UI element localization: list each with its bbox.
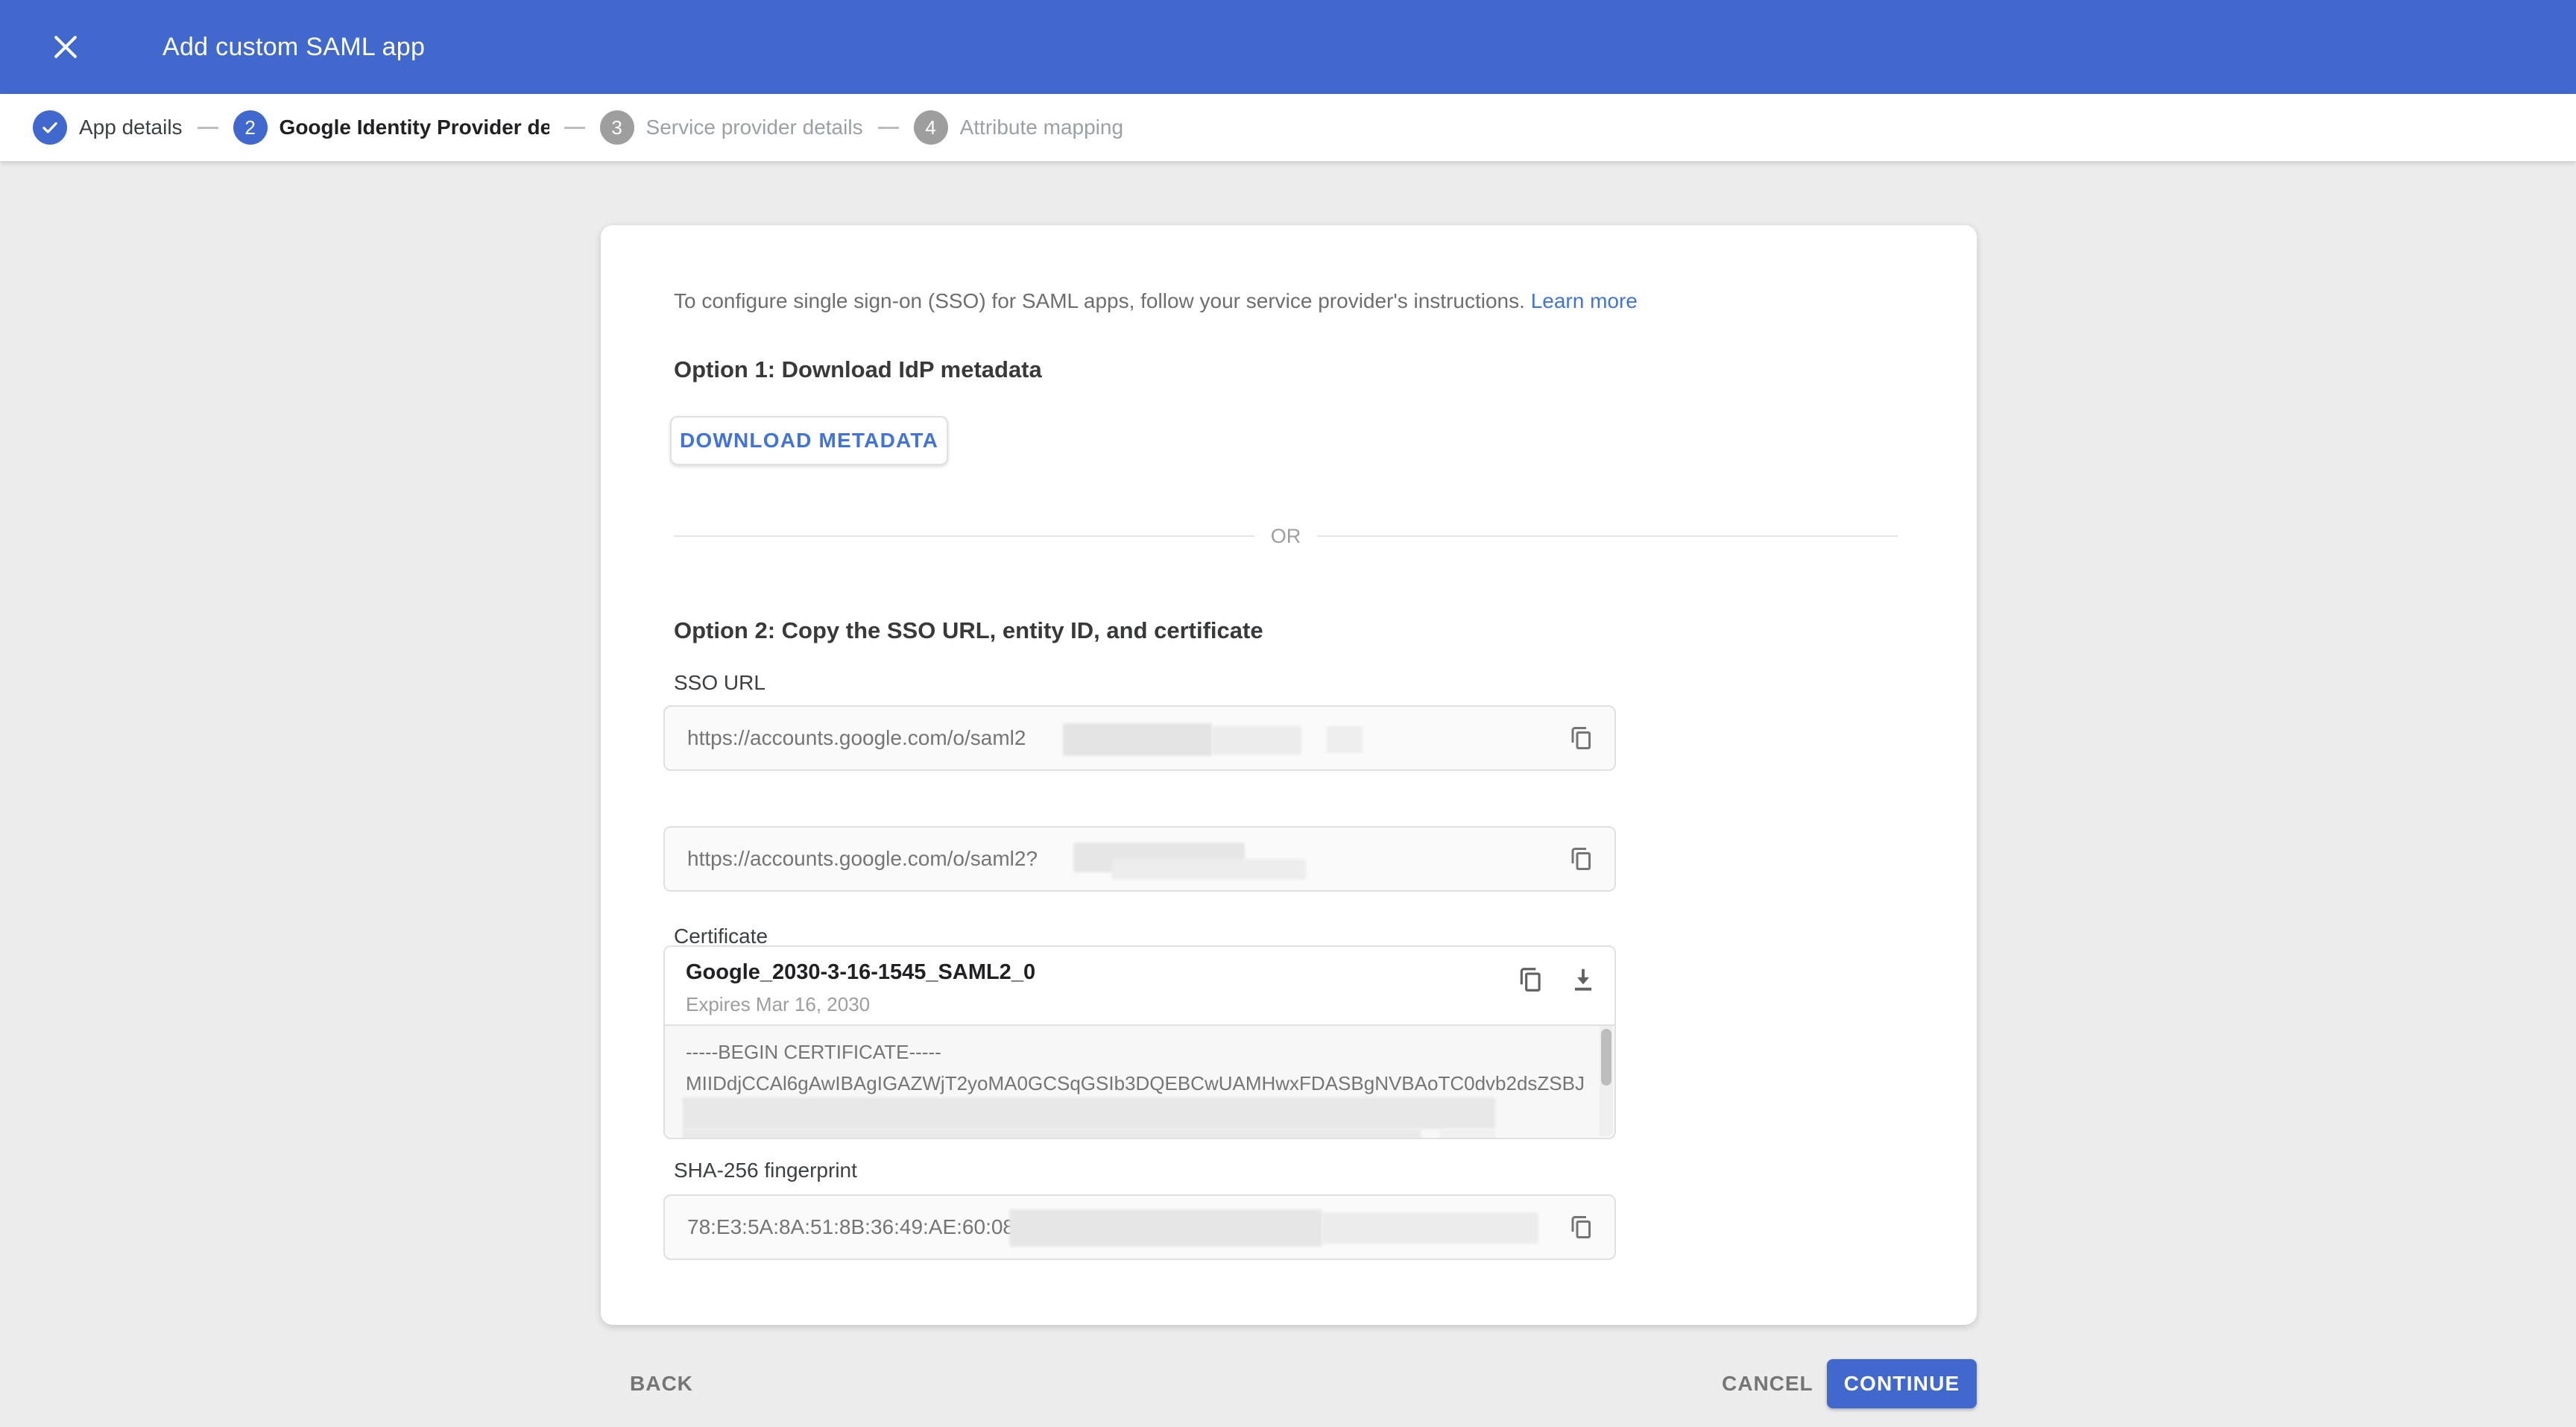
copy-icon[interactable] [1565, 722, 1598, 755]
certificate-actions [1515, 963, 1600, 996]
content-card: To configure single sign-on (SSO) for SA… [601, 225, 1977, 1325]
download-icon[interactable] [1567, 963, 1600, 996]
certificate-scrollbar-track [1600, 1026, 1613, 1136]
step-done-check-icon [33, 110, 67, 145]
step-label: Attribute mapping [959, 116, 1124, 139]
copy-icon[interactable] [1515, 963, 1547, 996]
intro-sentence: To configure single sign-on (SSO) for SA… [674, 289, 1525, 312]
redacted-value [1327, 726, 1363, 753]
or-divider: OR [674, 523, 1898, 549]
download-metadata-button[interactable]: DOWNLOAD METADATA [670, 416, 948, 465]
entity-id-field: https://accounts.google.com/o/saml2? [663, 826, 1616, 892]
close-icon[interactable] [46, 28, 85, 66]
copy-icon[interactable] [1565, 1211, 1598, 1244]
sha256-label: SHA-256 fingerprint [674, 1159, 857, 1182]
redacted-value [1009, 1209, 1322, 1247]
certificate-name: Google_2030-3-16-1545_SAML2_0 [686, 960, 1036, 984]
divider-line [674, 535, 1254, 537]
continue-button[interactable]: CONTINUE [1827, 1359, 1977, 1408]
redacted-value [1440, 1129, 1495, 1138]
redacted-value [1212, 726, 1301, 755]
redacted-value [1112, 859, 1306, 880]
step-label: Google Identity Provider details [279, 116, 549, 139]
step-service-provider-details[interactable]: 3 Service provider details [599, 110, 863, 145]
cancel-button[interactable]: CANCEL [1722, 1372, 1813, 1396]
step-number-badge: 4 [913, 110, 948, 145]
redacted-value [1063, 723, 1212, 756]
step-attribute-mapping[interactable]: 4 Attribute mapping [913, 110, 1124, 145]
redacted-value [1322, 1212, 1538, 1244]
step-connector [877, 126, 899, 129]
certificate-header: Google_2030-3-16-1545_SAML2_0 Expires Ma… [665, 947, 1614, 1024]
entity-id-value: https://accounts.google.com/o/saml2? [687, 847, 1038, 870]
divider-line [1317, 535, 1898, 537]
step-connector [197, 126, 218, 129]
certificate-card: Google_2030-3-16-1545_SAML2_0 Expires Ma… [663, 945, 1616, 1139]
sha256-field: 78:E3:5A:8A:51:8B:36:49:AE:60:08:EA [663, 1194, 1616, 1260]
certificate-body: -----BEGIN CERTIFICATE----- MIIDdjCCAl6g… [665, 1024, 1614, 1138]
step-app-details[interactable]: App details [33, 110, 183, 145]
certificate-expiry: Expires Mar 16, 2030 [686, 993, 871, 1015]
copy-icon[interactable] [1565, 842, 1598, 875]
step-number-badge: 2 [233, 110, 268, 145]
sha256-value: 78:E3:5A:8A:51:8B:36:49:AE:60:08:EA [687, 1215, 1049, 1238]
option2-heading: Option 2: Copy the SSO URL, entity ID, a… [674, 617, 1263, 643]
certificate-scrollbar-thumb[interactable] [1601, 1029, 1611, 1086]
intro-text: To configure single sign-on (SSO) for SA… [674, 289, 1638, 313]
step-label: Service provider details [645, 116, 863, 139]
redacted-value [683, 1097, 1495, 1129]
sso-url-label: SSO URL [674, 671, 765, 694]
step-google-idp-details[interactable]: 2 Google Identity Provider details [233, 110, 549, 145]
option1-heading: Option 1: Download IdP metadata [674, 356, 1042, 382]
redacted-value [683, 1129, 1421, 1138]
step-connector [564, 126, 585, 129]
back-button[interactable]: BACK [630, 1372, 693, 1396]
dialog-titlebar: Add custom SAML app [0, 0, 2576, 94]
step-number-badge: 3 [599, 110, 634, 145]
sso-url-field: https://accounts.google.com/o/saml2 [663, 705, 1616, 771]
divider-label: OR [1270, 524, 1301, 547]
certificate-pem-line: MIIDdjCCAl6gAwIBAgIGAZWjT2yoMA0GCSqGSIb3… [686, 1072, 1585, 1094]
learn-more-link[interactable]: Learn more [1531, 289, 1638, 312]
step-label: App details [79, 116, 183, 139]
certificate-pem-line: -----BEGIN CERTIFICATE----- [686, 1041, 941, 1063]
stepper: App details 2 Google Identity Provider d… [0, 94, 2576, 161]
dialog-title: Add custom SAML app [162, 32, 426, 61]
sso-url-value: https://accounts.google.com/o/saml2 [687, 726, 1026, 749]
